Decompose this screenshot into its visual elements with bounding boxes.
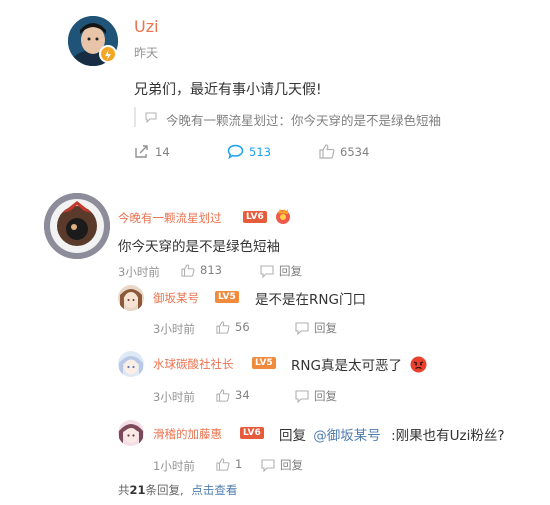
reply-reply-label: 回复: [280, 458, 303, 472]
comment-reply-label: 回复: [279, 264, 302, 278]
comment-like-count: 813: [200, 263, 222, 277]
reply-text-line: 回复 @御坂某号 :刚果也有Uzi粉丝?: [279, 424, 505, 444]
reply-like-button[interactable]: 1: [216, 457, 242, 471]
reply-text: 是不是在RNG门口: [255, 292, 366, 308]
reply-reply-label: 回复: [314, 389, 337, 403]
post-author-name[interactable]: Uzi: [134, 17, 159, 36]
comment-time: 3小时前: [118, 265, 160, 279]
thumbs-up-icon: [319, 144, 335, 159]
comment-icon: [227, 144, 244, 159]
comment-reply-button[interactable]: 回复: [260, 263, 302, 279]
comment-like-button[interactable]: 813: [181, 263, 222, 277]
view-all-link[interactable]: 点击查看: [191, 483, 237, 497]
post-text: 兄弟们，最近有事小请几天假!: [134, 82, 322, 98]
reply-avatar[interactable]: [118, 285, 144, 311]
quoted-comment[interactable]: 今晚有一颗流星划过：你今天穿的是不是绿色短袖: [166, 110, 441, 129]
reply-reply-button[interactable]: 回复: [261, 457, 303, 473]
thumbs-up-icon: [216, 457, 230, 471]
reply-like-count: 34: [235, 388, 250, 402]
reply-time: 3小时前: [153, 322, 195, 336]
thumbs-up-icon: [216, 320, 230, 334]
level-badge: LV5: [215, 291, 239, 303]
reply-author[interactable]: 水球碳酸社社长: [153, 356, 234, 372]
like-button[interactable]: 6534: [319, 144, 369, 159]
reply-icon: [260, 264, 274, 278]
commenter-avatar[interactable]: [44, 193, 110, 259]
reply-like-count: 1: [235, 457, 243, 471]
reply-author[interactable]: 滑稽的加藤惠: [153, 426, 222, 442]
reply-time: 3小时前: [153, 390, 195, 404]
reply-icon: [295, 321, 309, 335]
comment-count: 513: [249, 144, 271, 159]
level-badge: LV6: [243, 211, 267, 223]
level-badge: LV5: [252, 357, 276, 369]
summary-count: 21: [129, 483, 146, 497]
summary-prefix: 共: [118, 483, 130, 497]
replies-summary: 共21条回复, 点击查看: [118, 482, 237, 498]
summary-suffix: 条回复,: [145, 483, 184, 497]
reply-author[interactable]: 御坂某号: [153, 290, 199, 306]
reply-icon: [261, 458, 275, 472]
reply-reply-label: 回复: [314, 321, 337, 335]
reply-like-count: 56: [235, 320, 250, 334]
like-count: 6534: [340, 144, 370, 159]
repost-count: 14: [155, 144, 170, 159]
commenter-name[interactable]: 今晚有一颗流星划过: [118, 210, 222, 226]
post-time: 昨天: [134, 46, 159, 60]
repost-icon: [134, 144, 150, 159]
reply-icon: [295, 389, 309, 403]
reply-avatar[interactable]: [118, 351, 144, 377]
reply-prefix: 回复: [279, 428, 306, 444]
reply-avatar[interactable]: [118, 420, 144, 446]
reply-reply-button[interactable]: 回复: [295, 320, 337, 336]
reply-text: :刚果也有Uzi粉丝?: [391, 428, 505, 444]
comment-button[interactable]: 513: [227, 144, 271, 159]
reply-like-button[interactable]: 56: [216, 320, 250, 334]
angry-emoji-icon: [410, 356, 427, 373]
comment-text: 你今天穿的是不是绿色短袖: [118, 239, 280, 255]
level-badge: LV6: [240, 427, 264, 439]
thumbs-up-icon: [216, 388, 230, 402]
repost-button[interactable]: 14: [134, 144, 170, 159]
fan-badge-icon: [274, 207, 292, 225]
reply-reply-button[interactable]: 回复: [295, 388, 337, 404]
reply-time: 1小时前: [153, 459, 195, 473]
reply-like-button[interactable]: 34: [216, 388, 250, 402]
verified-badge-icon: [99, 45, 117, 63]
comment-icon: [145, 112, 157, 123]
thumbs-up-icon: [181, 263, 195, 277]
quote-bar: [134, 107, 136, 127]
mention-link[interactable]: @御坂某号: [313, 428, 381, 444]
reply-text: RNG真是太可恶了: [291, 358, 402, 374]
